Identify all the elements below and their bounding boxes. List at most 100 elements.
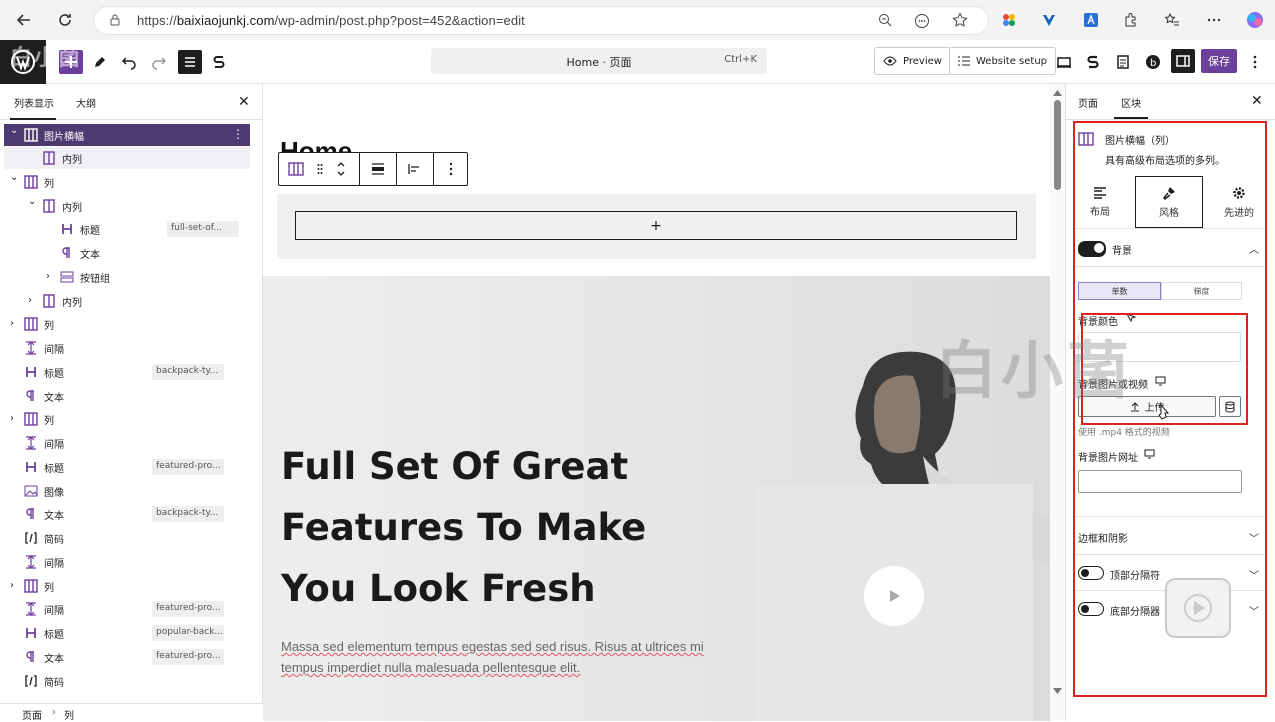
tree-item[interactable]: 简码	[4, 527, 250, 549]
paragraph-icon	[60, 246, 74, 260]
tree-item[interactable]: 文本 backpack-ty...	[4, 503, 250, 525]
editor-toolbar: Home · 页面 Ctrl+K Preview Website setup b…	[0, 40, 1275, 84]
refresh-icon[interactable]	[53, 8, 77, 32]
tab-page[interactable]: 页面	[1078, 95, 1098, 110]
tree-item[interactable]: 标题 backpack-ty...	[4, 361, 250, 383]
inner-column-placeholder: +	[277, 194, 1036, 259]
back-icon[interactable]	[12, 8, 36, 32]
document-overview-icon[interactable]	[178, 50, 202, 74]
columns-block-icon[interactable]	[279, 153, 313, 185]
tree-item[interactable]: 简码	[4, 670, 250, 692]
move-up-down-icon[interactable]	[329, 153, 353, 185]
close-icon[interactable]: ✕	[1251, 93, 1263, 109]
columns-icon	[24, 579, 38, 593]
svg-text:b: b	[1150, 58, 1156, 69]
zoom-icon[interactable]	[878, 13, 893, 28]
hero-title[interactable]: Full Set Of Great Features To Make You L…	[281, 436, 701, 619]
reader-icon[interactable]	[914, 13, 930, 29]
chevron-right-icon[interactable]: ›	[46, 271, 56, 283]
tree-item[interactable]: › 按钮组	[4, 266, 250, 288]
tree-item[interactable]: 间隔	[4, 337, 250, 359]
options-menu-icon[interactable]	[1243, 50, 1267, 74]
favorite-star-icon[interactable]	[952, 12, 968, 28]
block-options-icon[interactable]	[434, 153, 468, 185]
play-icon[interactable]	[864, 566, 924, 626]
tree-item[interactable]: › 列	[4, 575, 250, 597]
tree-item[interactable]: 图像	[4, 480, 250, 502]
tree-item[interactable]: 文本	[4, 385, 250, 407]
website-setup-button[interactable]: Website setup	[949, 47, 1057, 75]
chevron-right-icon[interactable]: ›	[10, 413, 20, 425]
save-button[interactable]: 保存	[1201, 49, 1237, 73]
favorites-list-icon[interactable]	[1160, 8, 1184, 32]
extension-flower-icon[interactable]	[997, 8, 1021, 32]
tree-item[interactable]: › 列	[4, 408, 250, 430]
extension-translate-icon[interactable]	[1079, 8, 1103, 32]
extension-heart-icon[interactable]	[1037, 8, 1061, 32]
scroll-thumb[interactable]	[1054, 100, 1061, 190]
bilibili-play-icon	[1165, 578, 1231, 638]
chevron-right-icon[interactable]: ›	[10, 318, 20, 330]
tab-list-view[interactable]: 列表显示	[14, 95, 54, 110]
scroll-up-icon[interactable]	[1053, 90, 1062, 96]
extensions-puzzle-icon[interactable]	[1119, 8, 1143, 32]
tree-item[interactable]: ⌄ 内列	[4, 195, 250, 217]
chevron-down-icon[interactable]: ⌄	[28, 196, 38, 208]
buttons-icon	[60, 270, 74, 284]
b-circle-icon[interactable]: b	[1141, 50, 1165, 74]
hero-text[interactable]: Massa sed elementum tempus egestas sed s…	[281, 636, 721, 678]
tree-item[interactable]: 标题 full-set-of...	[4, 218, 250, 240]
command-palette-bar[interactable]: Home · 页面 Ctrl+K	[431, 48, 767, 74]
spectra-icon[interactable]	[207, 50, 231, 74]
tree-item[interactable]: 标题 featured-pro...	[4, 456, 250, 478]
close-icon[interactable]: ✕	[238, 94, 250, 110]
chevron-down-icon[interactable]: ⌄	[10, 172, 20, 184]
scroll-down-icon[interactable]	[1053, 688, 1062, 694]
device-preview-icon[interactable]	[1052, 50, 1076, 74]
tree-item[interactable]: 文本	[4, 242, 250, 264]
chevron-down-icon[interactable]: ⌄	[10, 125, 20, 137]
tree-item[interactable]: ⌄ 列	[4, 171, 250, 193]
drag-handle-icon[interactable]	[313, 153, 327, 185]
tree-item[interactable]: 间隔 featured-pro...	[4, 598, 250, 620]
tree-item[interactable]: › 列	[4, 313, 250, 335]
columns-icon	[24, 128, 38, 142]
breadcrumb-root[interactable]: 页面	[22, 707, 42, 722]
add-block-button[interactable]: +	[295, 211, 1017, 240]
more-menu-icon[interactable]	[1202, 8, 1226, 32]
video-placeholder[interactable]	[755, 484, 1033, 721]
plus-icon: +	[650, 217, 662, 234]
redo-icon[interactable]	[147, 50, 171, 74]
tree-item-label: 列	[44, 583, 54, 594]
chevron-right-icon[interactable]: ›	[10, 580, 20, 592]
tree-item[interactable]: ⌄ 图片横幅 ⋮	[4, 124, 250, 146]
settings-sidebar-icon[interactable]	[1171, 49, 1195, 73]
preview-button[interactable]: Preview	[874, 47, 951, 75]
address-bar[interactable]: https://baixiaojunkj.com/wp-admin/post.p…	[93, 6, 989, 35]
align-left-icon[interactable]	[397, 153, 433, 185]
tab-outline[interactable]: 大纲	[76, 95, 96, 110]
edit-pen-icon[interactable]	[88, 50, 112, 74]
breadcrumb-current[interactable]: 列	[64, 707, 74, 722]
copilot-icon[interactable]	[1243, 8, 1267, 32]
tree-item[interactable]: 内列	[4, 147, 250, 169]
align-full-icon[interactable]	[360, 153, 396, 185]
list-icon	[958, 56, 970, 66]
chevron-right-icon[interactable]: ›	[28, 295, 38, 307]
tree-item[interactable]: 文本 featured-pro...	[4, 646, 250, 668]
spectra-settings-icon[interactable]	[1081, 50, 1105, 74]
spacer-icon	[24, 436, 38, 450]
anchor-badge: popular-back...	[152, 625, 224, 641]
tree-item[interactable]: 标题 popular-back...	[4, 622, 250, 644]
item-options-icon[interactable]: ⋮	[232, 127, 244, 141]
document-icon[interactable]	[1111, 50, 1135, 74]
tab-block[interactable]: 区块	[1121, 95, 1141, 110]
tree-item[interactable]: › 内列	[4, 290, 250, 312]
heading-icon	[60, 222, 74, 236]
tree-item[interactable]: 间隔	[4, 551, 250, 573]
undo-icon[interactable]	[117, 50, 141, 74]
tree-item[interactable]: 间隔	[4, 432, 250, 454]
shortcode-icon	[24, 674, 38, 688]
tree-item-label: 间隔	[44, 559, 64, 570]
hero-section[interactable]: Full Set Of Great Features To Make You L…	[263, 276, 1050, 721]
